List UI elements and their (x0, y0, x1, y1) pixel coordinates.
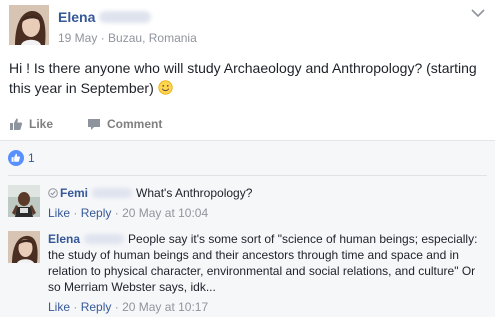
comment-body: Femi What's Anthropology? Like · Reply · … (48, 185, 488, 221)
badge-icon (48, 188, 58, 198)
commenter-name[interactable]: Elena (48, 232, 80, 246)
comment-actions: Like · Reply · 20 May at 10:17 (48, 299, 488, 315)
like-button[interactable]: Like (9, 113, 53, 135)
redacted-surname (99, 11, 152, 23)
commenter-avatar[interactable] (8, 231, 40, 263)
comment-actions: Like · Reply · 20 May at 10:04 (48, 205, 488, 221)
comment-timestamp[interactable]: 20 May at 10:04 (122, 206, 208, 220)
comment-reply-link[interactable]: Reply (81, 206, 112, 220)
comment-like-link[interactable]: Like (48, 206, 70, 220)
commenter-name[interactable]: Femi (60, 186, 88, 200)
chevron-down-icon[interactable] (471, 8, 485, 18)
post-action-bar: Like Comment (9, 113, 162, 135)
comment-body: Elena People say it's some sort of "scien… (48, 231, 488, 315)
reaction-count[interactable]: 1 (28, 151, 35, 165)
separator-dot: · (73, 206, 81, 220)
post-text: Hi ! Is there anyone who will study Arch… (9, 60, 477, 96)
like-reaction-icon (8, 150, 24, 166)
smile-emoji-icon (158, 80, 173, 95)
comment-text: What's Anthropology? (136, 186, 253, 200)
post-location[interactable]: Buzau, Romania (108, 31, 197, 45)
thumbs-up-icon (10, 118, 23, 130)
comment-button[interactable]: Comment (87, 113, 162, 135)
comment-like-link[interactable]: Like (48, 300, 70, 314)
separator-dot: · (114, 206, 123, 220)
redacted-surname (92, 188, 133, 198)
redacted-surname (84, 234, 125, 244)
comments-panel: 1 Femi What's Anthropology? Like · Reply… (0, 140, 495, 317)
separator-dot: · (114, 300, 123, 314)
commenter-avatar[interactable] (8, 185, 40, 217)
author-avatar[interactable] (9, 5, 49, 45)
post-author-name[interactable]: Elena (58, 9, 152, 25)
comment-reply-link[interactable]: Reply (81, 300, 112, 314)
post-card: Elena 19 May · Buzau, Romania Hi ! Is th… (0, 0, 495, 140)
comment-bubble-icon (88, 119, 101, 130)
post-date[interactable]: 19 May (58, 31, 97, 45)
comment-timestamp[interactable]: 20 May at 10:17 (122, 300, 208, 314)
reactions-summary[interactable]: 1 (8, 150, 35, 166)
post-meta: 19 May · Buzau, Romania (58, 31, 197, 45)
separator-dot: · (73, 300, 81, 314)
comments-divider (8, 175, 487, 176)
separator-dot: · (100, 31, 109, 45)
